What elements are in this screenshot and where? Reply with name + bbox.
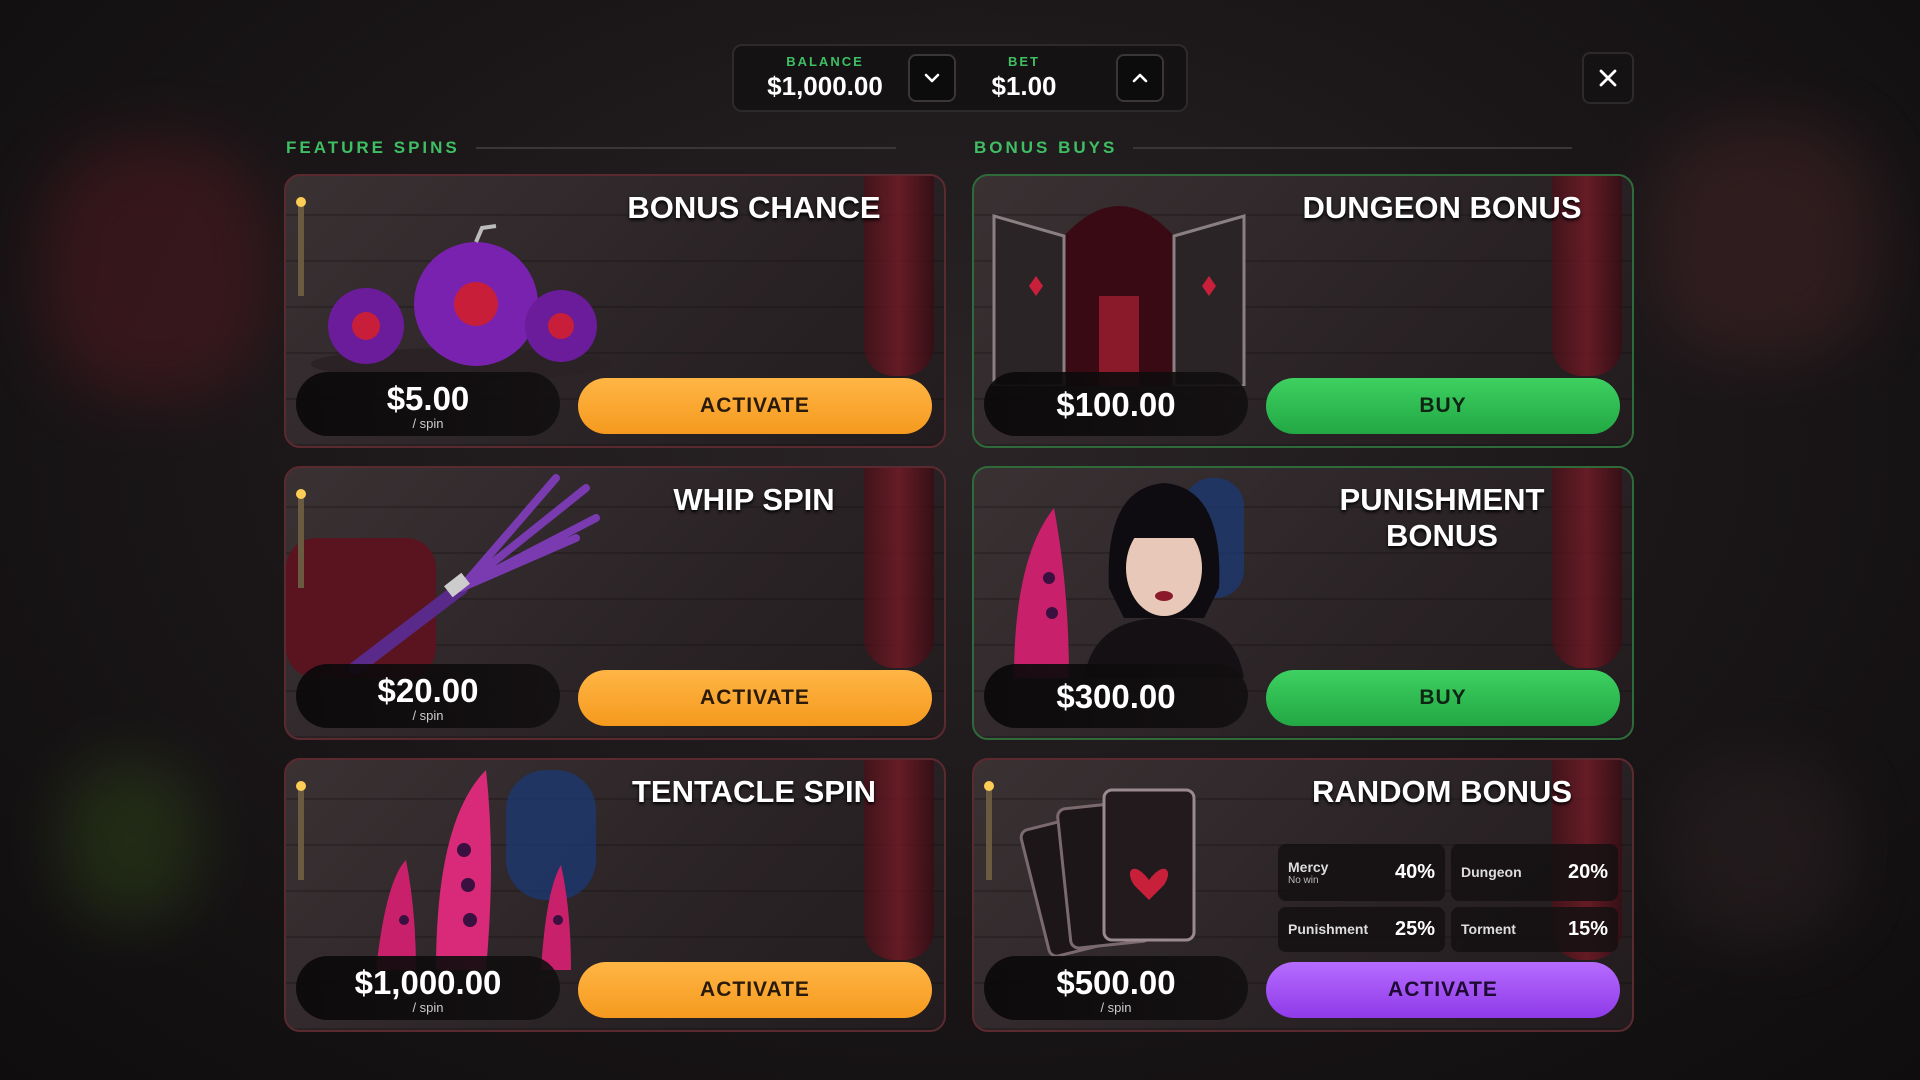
odds-torment: Torment 15% <box>1451 906 1618 952</box>
bonus-chance-card: BONUS CHANCE $5.00 / spin ACTIVATE <box>284 174 946 448</box>
feature-spins-title: FEATURE SPINS <box>286 138 460 157</box>
price-amount: $1,000.00 <box>354 964 502 1001</box>
buy-button[interactable]: BUY <box>1266 670 1620 726</box>
bet-label: BET <box>1008 54 1040 69</box>
per-spin-label: / spin <box>412 1000 444 1015</box>
tarot-cards-artwork <box>984 781 1196 958</box>
odds-name-label: Dungeon <box>1461 864 1522 881</box>
balance-label: BALANCE <box>786 54 864 69</box>
card-title: RANDOM BONUS <box>1311 774 1573 809</box>
tentacles-artwork <box>296 770 596 970</box>
odds-name: Mercy No win <box>1288 859 1328 886</box>
buy-button[interactable]: BUY <box>1266 378 1620 434</box>
activate-button[interactable]: ACTIVATE <box>578 670 932 726</box>
whip-spin-card: WHIP SPIN $20.00 / spin ACTIVATE <box>284 466 946 740</box>
activate-button[interactable]: ACTIVATE <box>578 378 932 434</box>
bet-decrease-button[interactable] <box>908 54 956 102</box>
section-divider <box>1133 147 1572 149</box>
price-amount: $300.00 <box>1056 678 1176 715</box>
price-amount: $5.00 <box>386 380 470 417</box>
bet-increase-button[interactable] <box>1116 54 1164 102</box>
odds-percent: 25% <box>1394 917 1435 940</box>
odds-name-label: Torment <box>1461 921 1516 938</box>
per-spin-label: / spin <box>1100 1000 1132 1015</box>
chevron-down-icon <box>924 73 940 83</box>
odds-name-label: Mercy <box>1288 858 1329 875</box>
activate-button[interactable]: ACTIVATE <box>1266 962 1620 1018</box>
bet-value: $1.00 <box>991 71 1057 101</box>
bonus-odds-grid: Mercy No win 40% Dungeon 20% Punishment … <box>1278 844 1618 952</box>
character-artwork <box>1014 478 1244 678</box>
background-blur-right-low <box>1670 760 1850 940</box>
random-bonus-card: RANDOM BONUS Mercy No win 40% Dungeon 20… <box>972 758 1634 1032</box>
background-blur-left-low <box>60 760 200 920</box>
card-title: DUNGEON BONUS <box>1302 190 1582 225</box>
close-button[interactable] <box>1582 52 1634 104</box>
plums-artwork <box>296 197 611 380</box>
background-blur-right <box>1650 120 1880 360</box>
card-title: TENTACLE SPIN <box>632 774 876 809</box>
bonus-buys-header: BONUS BUYS <box>974 138 1572 158</box>
price-display: $500.00 / spin <box>984 956 1248 1020</box>
price-display: $5.00 / spin <box>296 372 560 436</box>
balance-bet-bar: BALANCE $1,000.00 BET $1.00 <box>732 44 1188 112</box>
tentacle-spin-card: TENTACLE SPIN $1,000.00 / spin ACTIVATE <box>284 758 946 1032</box>
price-amount: $100.00 <box>1056 386 1176 423</box>
odds-sub-label: No win <box>1288 874 1319 886</box>
price-display: $100.00 <box>984 372 1248 436</box>
punishment-bonus-card: PUNISHMENT BONUS $300.00 BUY <box>972 466 1634 740</box>
per-spin-label: / spin <box>412 708 444 723</box>
dungeon-bonus-card: DUNGEON BONUS $100.00 BUY <box>972 174 1634 448</box>
price-amount: $500.00 <box>1056 964 1176 1001</box>
price-display: $20.00 / spin <box>296 664 560 728</box>
odds-name-label: Punishment <box>1288 921 1369 938</box>
bet-display: BET $1.00 <box>974 54 1074 102</box>
price-amount: $20.00 <box>377 672 479 709</box>
per-spin-label: / spin <box>412 416 444 431</box>
card-title: PUNISHMENT BONUS <box>1339 482 1545 553</box>
odds-punishment: Punishment 25% <box>1278 906 1445 952</box>
background-blur-left <box>40 140 270 400</box>
section-divider <box>475 147 896 149</box>
bonus-buys-title: BONUS BUYS <box>974 138 1118 157</box>
feature-spins-header: FEATURE SPINS <box>286 138 896 158</box>
close-icon <box>1599 69 1617 87</box>
odds-mercy: Mercy No win 40% <box>1278 844 1445 901</box>
balance-display: BALANCE $1,000.00 <box>750 54 900 102</box>
odds-percent: 15% <box>1567 917 1608 940</box>
card-title: WHIP SPIN <box>673 482 835 517</box>
price-display: $1,000.00 / spin <box>296 956 560 1020</box>
whip-artwork <box>286 474 600 678</box>
dungeon-door-artwork <box>992 206 1246 386</box>
price-display: $300.00 <box>984 664 1248 728</box>
odds-percent: 40% <box>1394 860 1435 883</box>
odds-percent: 20% <box>1567 860 1608 883</box>
chevron-up-icon <box>1132 73 1148 83</box>
odds-dungeon: Dungeon 20% <box>1451 844 1618 901</box>
balance-value: $1,000.00 <box>767 71 883 101</box>
activate-button[interactable]: ACTIVATE <box>578 962 932 1018</box>
card-title: BONUS CHANCE <box>627 190 881 225</box>
